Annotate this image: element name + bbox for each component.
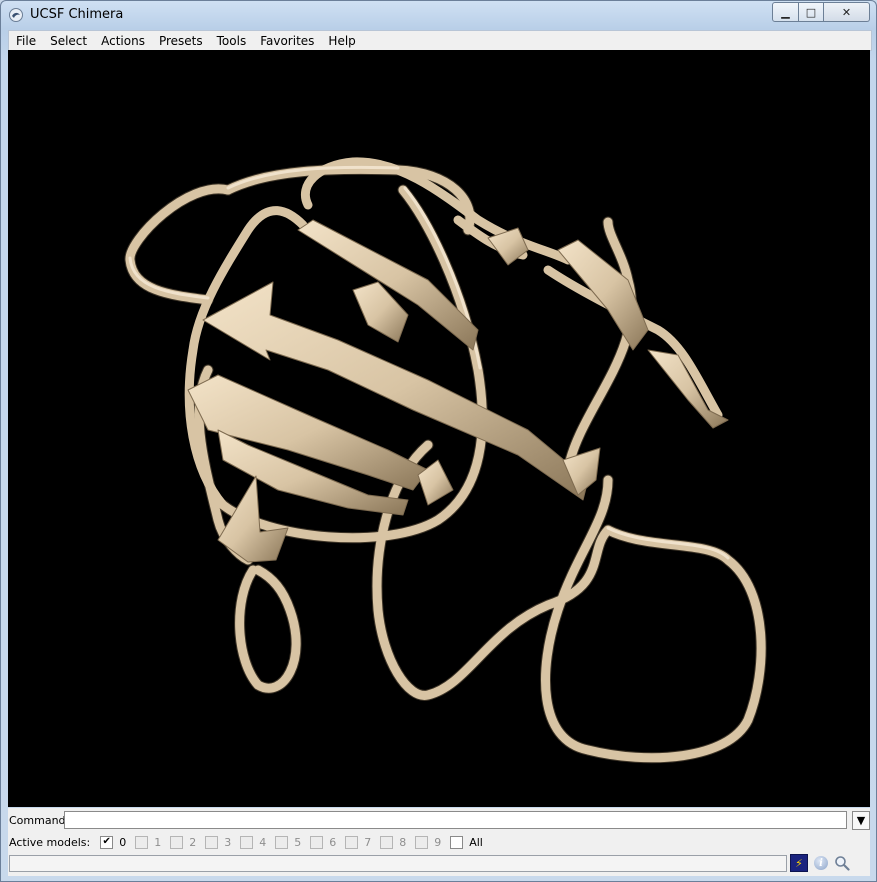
model-checkbox-2[interactable] bbox=[170, 835, 184, 849]
model-label-7: 7 bbox=[364, 835, 372, 849]
model-checkbox-5[interactable] bbox=[275, 835, 289, 849]
menu-actions[interactable]: Actions bbox=[94, 34, 152, 48]
model-label-9: 9 bbox=[434, 835, 442, 849]
menu-favorites[interactable]: Favorites bbox=[253, 34, 321, 48]
model-checkbox-4[interactable] bbox=[240, 835, 254, 849]
model-label-1: 1 bbox=[154, 835, 162, 849]
model-checkbox-1[interactable] bbox=[135, 835, 149, 849]
command-input[interactable] bbox=[64, 811, 847, 829]
window-title: UCSF Chimera bbox=[30, 7, 124, 22]
menu-bar: File Select Actions Presets Tools Favori… bbox=[8, 30, 872, 51]
minimize-icon: ▁ bbox=[781, 5, 790, 19]
model-label-6: 6 bbox=[329, 835, 337, 849]
close-button[interactable]: ✕ bbox=[824, 2, 870, 22]
model-checkbox-9[interactable] bbox=[415, 835, 429, 849]
model-toggle-3[interactable]: 3 bbox=[205, 835, 232, 849]
active-models-label: Active models: bbox=[9, 835, 91, 849]
model-label-8: 8 bbox=[399, 835, 407, 849]
command-label: Command: bbox=[9, 814, 70, 827]
chimera-window: UCSF Chimera ▁ □ ✕ File Select Actions P… bbox=[0, 0, 877, 882]
graphics-viewport[interactable] bbox=[8, 50, 870, 807]
model-toggle-1[interactable]: 1 bbox=[135, 835, 162, 849]
lightning-bolt-icon[interactable]: ⚡ bbox=[790, 854, 808, 872]
menu-file[interactable]: File bbox=[9, 34, 43, 48]
menu-help[interactable]: Help bbox=[321, 34, 362, 48]
maximize-button[interactable]: □ bbox=[799, 2, 824, 22]
command-history-dropdown[interactable]: ▼ bbox=[852, 811, 870, 830]
menu-presets[interactable]: Presets bbox=[152, 34, 210, 48]
model-checkbox-7[interactable] bbox=[345, 835, 359, 849]
model-label-4: 4 bbox=[259, 835, 267, 849]
title-bar[interactable]: UCSF Chimera ▁ □ ✕ bbox=[1, 1, 876, 29]
model-toggle-5[interactable]: 5 bbox=[275, 835, 302, 849]
command-panel: Command: ▼ Active models: ✔ 0 1 2 3 4 5 6 7 8 9 All… bbox=[8, 808, 870, 876]
caption-buttons: ▁ □ ✕ bbox=[772, 2, 870, 22]
protein-ribbon-model[interactable] bbox=[8, 50, 870, 807]
model-checkbox-3[interactable] bbox=[205, 835, 219, 849]
status-line bbox=[9, 855, 787, 872]
menu-tools[interactable]: Tools bbox=[210, 34, 254, 48]
model-label-5: 5 bbox=[294, 835, 302, 849]
model-toggle-4[interactable]: 4 bbox=[240, 835, 267, 849]
model-label-0: 0 bbox=[119, 835, 127, 849]
model-toggle-0[interactable]: ✔ 0 bbox=[100, 835, 127, 849]
menu-select[interactable]: Select bbox=[43, 34, 94, 48]
magnifier-icon[interactable] bbox=[834, 855, 850, 871]
model-checkbox-0[interactable]: ✔ bbox=[100, 835, 114, 849]
model-toggle-2[interactable]: 2 bbox=[170, 835, 197, 849]
model-toggle-9[interactable]: 9 bbox=[415, 835, 442, 849]
model-label-2: 2 bbox=[189, 835, 197, 849]
model-label-10: All bbox=[469, 835, 483, 849]
chimera-app-icon bbox=[9, 8, 23, 22]
model-checkboxes: ✔ 0 1 2 3 4 5 6 7 8 9 All bbox=[100, 835, 492, 849]
model-label-3: 3 bbox=[224, 835, 232, 849]
model-toggle-8[interactable]: 8 bbox=[380, 835, 407, 849]
close-icon: ✕ bbox=[841, 5, 852, 19]
model-toggle-6[interactable]: 6 bbox=[310, 835, 337, 849]
model-toggle-7[interactable]: 7 bbox=[345, 835, 372, 849]
model-checkbox-6[interactable] bbox=[310, 835, 324, 849]
model-checkbox-8[interactable] bbox=[380, 835, 394, 849]
model-checkbox-10[interactable] bbox=[450, 835, 464, 849]
maximize-icon: □ bbox=[805, 5, 817, 19]
model-toggle-10[interactable]: All bbox=[450, 835, 483, 849]
status-icons: ⚡ i bbox=[790, 854, 850, 872]
info-icon[interactable]: i bbox=[814, 856, 828, 870]
minimize-button[interactable]: ▁ bbox=[772, 2, 799, 22]
chevron-down-icon: ▼ bbox=[856, 814, 866, 827]
active-models-row: Active models: ✔ 0 1 2 3 4 5 6 7 8 9 All bbox=[9, 834, 492, 850]
